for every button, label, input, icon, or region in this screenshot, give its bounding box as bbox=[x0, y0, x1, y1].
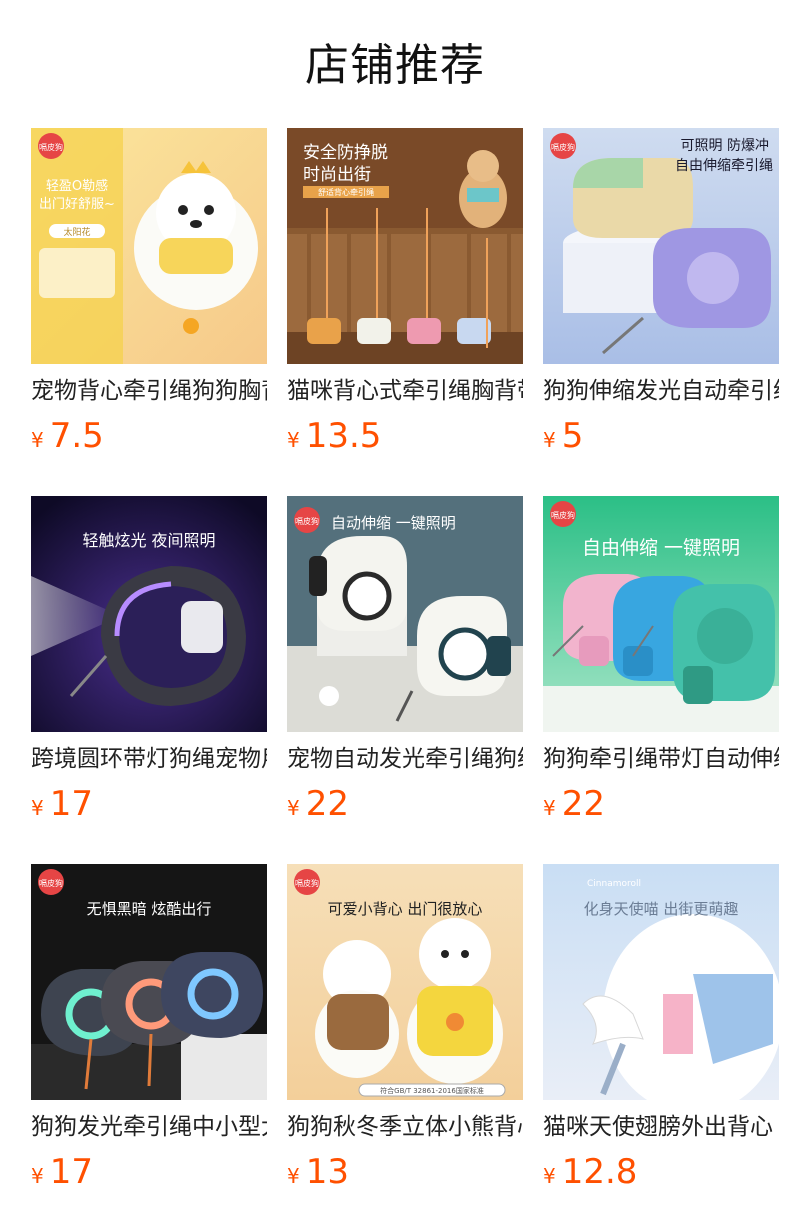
product-image[interactable]: 嗝皮狗 自由伸缩 一键照明 bbox=[543, 496, 779, 732]
image-caption: 轻盈O勒感 bbox=[46, 178, 108, 194]
brand-logo: 嗝皮狗 bbox=[551, 142, 575, 152]
image-tag: 舒适背心牵引绳 bbox=[318, 187, 374, 197]
product-image[interactable]: 嗝皮狗 无惧黑暗 炫酷出行 bbox=[31, 864, 267, 1100]
price-value: 22 bbox=[305, 784, 349, 824]
price-value: 12.8 bbox=[561, 1152, 638, 1192]
product-price: ¥13 bbox=[287, 1152, 349, 1192]
product-name[interactable]: 狗狗伸缩发光自动牵引绳 bbox=[543, 374, 779, 408]
currency-symbol: ¥ bbox=[543, 1164, 556, 1188]
product-name[interactable]: 狗狗发光牵引绳中小型犬 bbox=[31, 1110, 267, 1144]
currency-symbol: ¥ bbox=[31, 796, 44, 820]
product-image[interactable]: 符合GB/T 32861-2016国家标准 嗝皮狗 可爱小背心 出门很放心 bbox=[287, 864, 523, 1100]
image-caption: 可照明 防爆冲 bbox=[681, 138, 769, 154]
product-price: ¥22 bbox=[287, 784, 349, 824]
currency-symbol: ¥ bbox=[287, 428, 300, 452]
product-price: ¥17 bbox=[31, 784, 93, 824]
price-value: 13 bbox=[305, 1152, 349, 1192]
image-tag: 太阳花 bbox=[63, 226, 90, 238]
product-image[interactable]: 嗝皮狗 轻盈O勒感 出门好舒服~ 太阳花 bbox=[31, 128, 267, 364]
currency-symbol: ¥ bbox=[287, 1164, 300, 1188]
currency-symbol: ¥ bbox=[543, 796, 556, 820]
brand-logo: 嗝皮狗 bbox=[39, 142, 63, 152]
product-name[interactable]: 宠物自动发光牵引绳狗绳 bbox=[287, 742, 523, 776]
product-image[interactable]: 轻触炫光 夜间照明 bbox=[31, 496, 267, 732]
brand-logo: Cinnamoroll bbox=[587, 879, 641, 889]
product-price: ¥13.5 bbox=[287, 416, 381, 456]
currency-symbol: ¥ bbox=[287, 796, 300, 820]
brand-logo: 嗝皮狗 bbox=[551, 510, 575, 520]
product-name[interactable]: 猫咪背心式牵引绳胸背带 bbox=[287, 374, 523, 408]
product-price: ¥5 bbox=[543, 416, 583, 456]
price-value: 22 bbox=[561, 784, 605, 824]
image-caption: 无惧黑暗 炫酷出行 bbox=[87, 900, 212, 918]
currency-symbol: ¥ bbox=[31, 1164, 44, 1188]
currency-symbol: ¥ bbox=[543, 428, 556, 452]
brand-logo: 嗝皮狗 bbox=[39, 878, 63, 888]
product-price: ¥22 bbox=[543, 784, 605, 824]
image-caption: 安全防挣脱 bbox=[303, 143, 388, 163]
product-name[interactable]: 狗狗秋冬季立体小熊背心 bbox=[287, 1110, 523, 1144]
image-caption: 自动伸缩 一键照明 bbox=[331, 514, 456, 532]
image-caption: 时尚出街 bbox=[303, 165, 371, 185]
product-image[interactable]: 嗝皮狗 自动伸缩 一键照明 bbox=[287, 496, 523, 732]
brand-logo: 嗝皮狗 bbox=[295, 878, 319, 888]
price-value: 17 bbox=[49, 1152, 93, 1192]
price-value: 13.5 bbox=[305, 416, 382, 456]
brand-logo: 嗝皮狗 bbox=[295, 516, 319, 526]
currency-symbol: ¥ bbox=[31, 428, 44, 452]
product-name[interactable]: 猫咪天使翅膀外出背心 bbox=[543, 1110, 779, 1144]
product-price: ¥17 bbox=[31, 1152, 93, 1192]
product-name[interactable]: 狗狗牵引绳带灯自动伸缩 bbox=[543, 742, 779, 776]
price-value: 5 bbox=[561, 416, 584, 456]
product-name[interactable]: 跨境圆环带灯狗绳宠物用品 bbox=[31, 742, 267, 776]
product-image[interactable]: 安全防挣脱 时尚出街 舒适背心牵引绳 bbox=[287, 128, 523, 364]
image-caption: 化身天使喵 出街更萌趣 bbox=[584, 900, 739, 918]
image-caption: 出门好舒服~ bbox=[39, 197, 115, 212]
product-image[interactable]: Cinnamoroll 化身天使喵 出街更萌趣 bbox=[543, 864, 779, 1100]
product-name[interactable]: 宠物背心牵引绳狗狗胸背带 bbox=[31, 374, 267, 408]
product-image[interactable]: 嗝皮狗 可照明 防爆冲 自由伸缩牵引绳 bbox=[543, 128, 779, 364]
image-caption: 轻触炫光 夜间照明 bbox=[82, 531, 215, 550]
price-value: 17 bbox=[49, 784, 93, 824]
image-caption: 可爱小背心 出门很放心 bbox=[328, 900, 483, 918]
product-price: ¥12.8 bbox=[543, 1152, 637, 1192]
image-tag: 符合GB/T 32861-2016国家标准 bbox=[380, 1086, 484, 1095]
page-title: 店铺推荐 bbox=[305, 40, 485, 91]
price-value: 7.5 bbox=[49, 416, 104, 456]
product-price: ¥7.5 bbox=[31, 416, 104, 456]
image-caption: 自由伸缩牵引绳 bbox=[675, 158, 773, 174]
image-caption: 自由伸缩 一键照明 bbox=[582, 537, 740, 559]
